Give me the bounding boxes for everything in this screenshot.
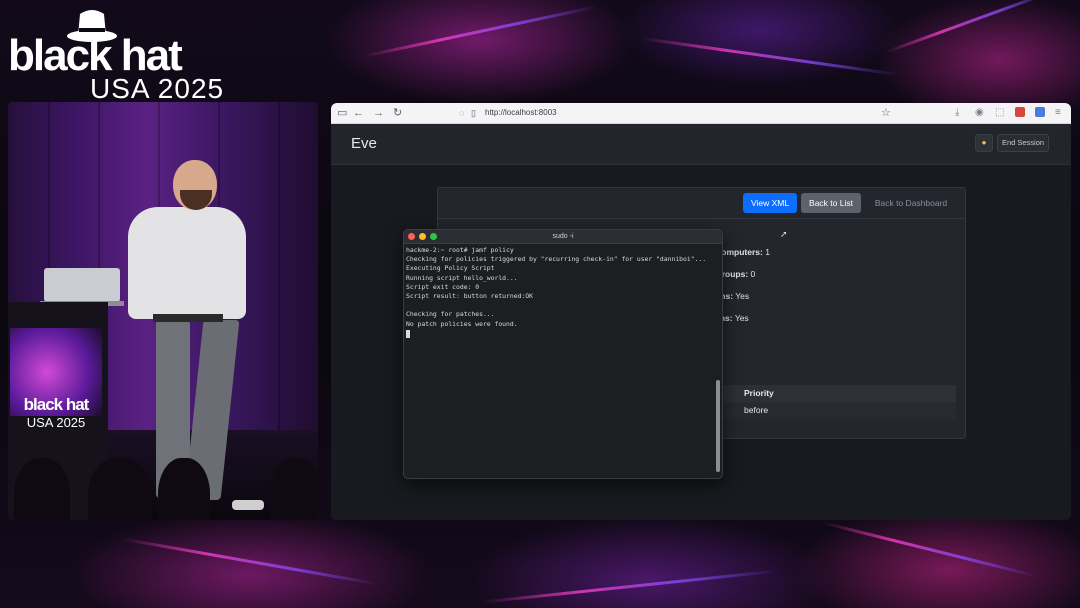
theme-toggle-button[interactable]: ●	[975, 134, 993, 152]
back-to-dashboard-button[interactable]: Back to Dashboard	[865, 193, 957, 213]
terminal-title: sudo -i	[552, 233, 574, 240]
speaker-belt	[153, 314, 223, 322]
speaker-shoe	[232, 500, 264, 510]
extension-badge-icon[interactable]	[1035, 107, 1045, 117]
event-edition: USA 2025	[90, 73, 225, 104]
audience-member	[88, 458, 152, 520]
page-icon: ▯	[471, 108, 476, 118]
audience-member	[158, 458, 210, 520]
shield-icon[interactable]: ◌	[459, 106, 464, 120]
menu-icon[interactable]: ≡	[1055, 106, 1061, 120]
sun-icon: ●	[981, 138, 987, 147]
extension-badge-icon[interactable]	[1015, 107, 1025, 117]
terminal-line: Script exit code: 0	[406, 282, 480, 291]
app-header: Eve ● End Session	[331, 124, 1071, 165]
view-xml-button[interactable]: View XML	[743, 193, 797, 213]
mouse-cursor-icon: ➚	[780, 229, 788, 239]
audience-member	[14, 458, 70, 520]
reload-icon[interactable]: ↻	[393, 106, 402, 120]
event-logo: black hat USA 2025	[8, 4, 236, 104]
terminal-line: Running script hello_world...	[406, 273, 518, 282]
end-session-button[interactable]: End Session	[997, 134, 1049, 152]
card-actions: View XML Back to List Back to Dashboard	[438, 188, 965, 219]
podium-logo: black hat	[23, 395, 90, 414]
browser-toolbar: ▭ ← → ↻ ◌ ▯ http://localhost:8003 ☆ ⤓ ◉ …	[331, 103, 1071, 124]
account-icon[interactable]: ◉	[975, 106, 984, 120]
priority-column-header: Priority	[744, 388, 774, 398]
audience-member	[270, 458, 318, 520]
laptop	[44, 268, 120, 302]
back-to-list-button[interactable]: Back to List	[801, 193, 861, 213]
sidebar-icon[interactable]: ▭	[337, 106, 347, 120]
extensions-icon[interactable]: ⬚	[995, 106, 1004, 120]
terminal-line: Script result: button returned:OK	[406, 291, 533, 300]
terminal-line: No patch policies were found.	[406, 319, 518, 328]
terminal-line: Executing Policy Script	[406, 264, 495, 273]
speaker-video: black hat USA 2025	[8, 102, 318, 520]
terminal-line: Checking for patches...	[406, 310, 495, 319]
url-bar[interactable]: ◌ ▯ http://localhost:8003	[455, 106, 895, 120]
terminal-line: Checking for policies triggered by "recu…	[406, 255, 707, 264]
back-icon[interactable]: ←	[353, 106, 364, 120]
url-text[interactable]: http://localhost:8003	[485, 106, 557, 120]
browser-window: ▭ ← → ↻ ◌ ▯ http://localhost:8003 ☆ ⤓ ◉ …	[331, 103, 1071, 520]
priority-cell: before	[744, 405, 769, 415]
terminal-output[interactable]: hackme-2:~ root# jamf policy Checking fo…	[406, 246, 712, 476]
app-content: View XML Back to List Back to Dashboard …	[331, 165, 1071, 520]
speaker-torso	[128, 207, 246, 319]
terminal-window[interactable]: sudo -i hackme-2:~ root# jamf policy Che…	[403, 229, 723, 479]
downloads-icon[interactable]: ⤓	[955, 106, 959, 120]
terminal-line: hackme-2:~ root# jamf policy	[406, 246, 514, 254]
terminal-scrollbar[interactable]	[716, 380, 720, 472]
terminal-titlebar[interactable]: sudo -i	[404, 230, 722, 244]
app-title: Eve	[351, 135, 377, 152]
forward-icon[interactable]: →	[373, 106, 384, 120]
terminal-cursor	[406, 329, 410, 338]
bookmark-star-icon[interactable]: ☆	[881, 106, 891, 120]
podium-logo-edition: USA 2025	[26, 415, 86, 430]
event-brand: black hat	[8, 31, 183, 80]
